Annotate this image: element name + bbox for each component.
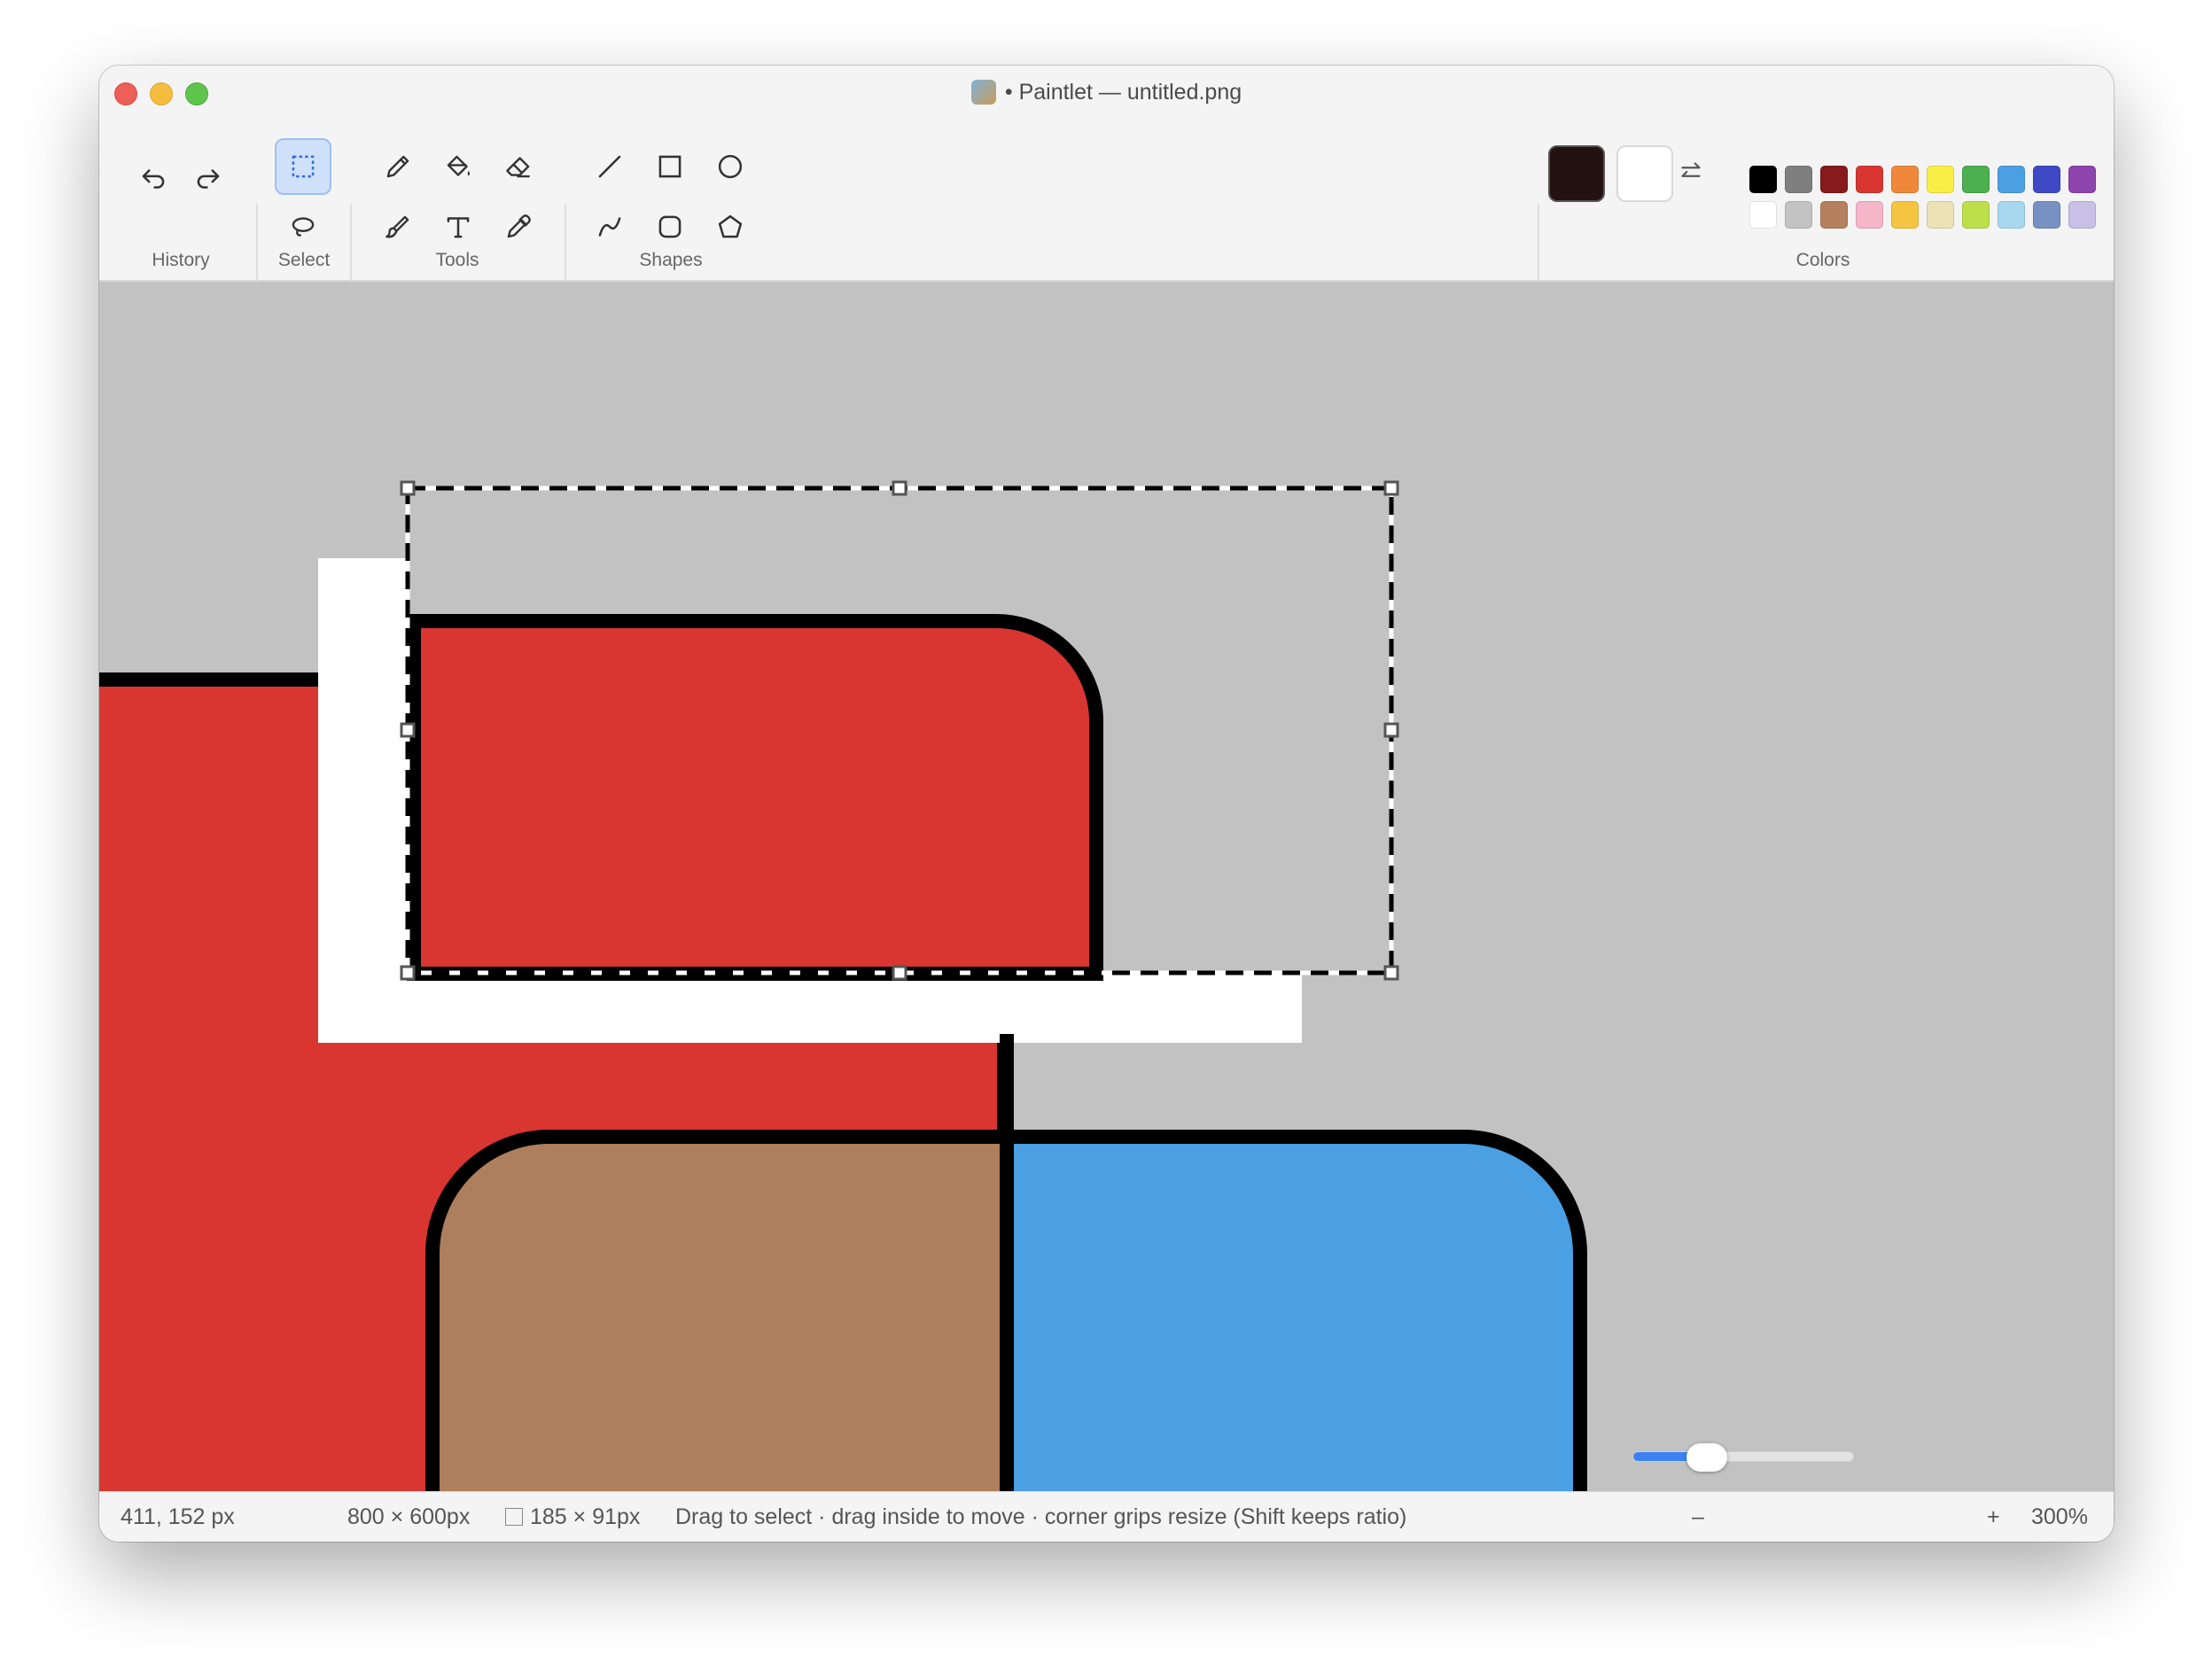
selection-size-field: 185 × 91px	[505, 1504, 640, 1530]
palette-swatch[interactable]	[1927, 201, 1954, 229]
title-bar: • Paintlet — untitled.png	[99, 66, 2114, 119]
status-hint: Drag to select · drag inside to move · c…	[675, 1504, 1407, 1529]
grip-middle-left[interactable]	[400, 722, 416, 738]
rectangle-select-button[interactable]	[275, 138, 331, 195]
palette-swatch[interactable]	[1785, 166, 1812, 193]
palette-swatch[interactable]	[1785, 201, 1812, 229]
group-label-history: History	[152, 250, 210, 270]
pencil-tool-button[interactable]	[373, 142, 423, 191]
lasso-select-icon	[292, 217, 315, 237]
fill-tool-button[interactable]	[433, 142, 483, 191]
curve-icon	[598, 217, 621, 237]
group-label-tools: Tools	[435, 250, 479, 270]
zoom-out-button[interactable]: –	[1692, 1504, 1704, 1530]
brush-tool-button[interactable]	[373, 202, 423, 252]
undo-icon	[142, 169, 165, 189]
canvas-viewport[interactable]	[99, 282, 2114, 1491]
palette-swatch[interactable]	[1749, 166, 1777, 193]
brush-icon	[386, 215, 409, 238]
rounded-rectangle-shape-button[interactable]	[645, 202, 695, 252]
selected-red-rounded-shape	[407, 614, 1103, 981]
palette-swatch[interactable]	[2033, 166, 2060, 193]
secondary-color-swatch[interactable]	[1616, 145, 1673, 202]
blue-rounded-rectangle-shape	[1000, 1130, 1587, 1491]
zoom-slider-knob[interactable]	[1686, 1443, 1727, 1472]
eraser-tool-button[interactable]	[494, 142, 543, 191]
palette-swatch[interactable]	[1749, 201, 1777, 229]
status-bar: 411, 152 px 800 × 600px 185 × 91px Drag …	[99, 1491, 2114, 1542]
palette-swatch[interactable]	[1891, 201, 1919, 229]
palette-swatch[interactable]	[1891, 166, 1919, 193]
polygon-icon	[718, 214, 743, 238]
line-shape-button[interactable]	[585, 142, 635, 191]
unsaved-indicator: •	[1004, 80, 1013, 105]
zoom-level: 300%	[2031, 1504, 2088, 1529]
primary-color-swatch[interactable]	[1548, 145, 1605, 202]
pencil-icon	[386, 155, 409, 178]
grip-bottom-center[interactable]	[892, 965, 907, 981]
ellipse-icon	[718, 154, 743, 179]
palette-swatch[interactable]	[2068, 201, 2096, 229]
zoom-in-button[interactable]: +	[1987, 1504, 2000, 1530]
grip-bottom-right[interactable]	[1383, 965, 1399, 981]
text-tool-button[interactable]	[433, 202, 483, 252]
image-size: 800 × 600px	[347, 1504, 471, 1529]
undo-button[interactable]	[129, 154, 178, 204]
toolbar: History Select Tools Shapes Colors	[99, 119, 2114, 319]
grip-bottom-left[interactable]	[400, 965, 416, 981]
group-label-shapes: Shapes	[639, 250, 703, 270]
text-icon	[447, 217, 470, 238]
image-canvas[interactable]	[99, 282, 2114, 1491]
swap-arrows-icon	[1681, 162, 1701, 177]
grip-top-center[interactable]	[892, 480, 907, 496]
palette-swatch[interactable]	[1962, 166, 1990, 193]
group-label-select: Select	[277, 250, 331, 270]
palette-swatch[interactable]	[1820, 201, 1848, 229]
eyedropper-tool-button[interactable]	[494, 202, 543, 252]
grip-top-right[interactable]	[1383, 480, 1399, 496]
swap-colors-button[interactable]	[1666, 147, 1716, 197]
zoom-slider[interactable]	[1632, 1443, 1854, 1472]
grip-middle-right[interactable]	[1383, 722, 1399, 738]
palette-swatch[interactable]	[1962, 201, 1990, 229]
redo-button[interactable]	[183, 154, 233, 204]
curve-shape-button[interactable]	[585, 202, 635, 252]
selection-size-icon	[505, 1508, 523, 1526]
paint-palette-icon	[970, 80, 996, 105]
redo-icon	[197, 169, 220, 189]
rectangle-select-icon	[292, 155, 315, 178]
line-icon	[598, 155, 621, 178]
lasso-select-button[interactable]	[278, 202, 328, 252]
eraser-icon	[506, 157, 530, 178]
ellipse-shape-button[interactable]	[705, 142, 755, 191]
palette-swatch[interactable]	[1856, 166, 1883, 193]
palette-swatch[interactable]	[1856, 201, 1883, 229]
eyedropper-icon	[507, 214, 531, 238]
window-title: Paintlet — untitled.png	[1018, 80, 1242, 105]
paintlet-window: • Paintlet — untitled.png History Select	[99, 66, 2114, 1542]
palette-swatch[interactable]	[1998, 166, 2025, 193]
fill-bucket-icon	[447, 155, 471, 176]
polygon-shape-button[interactable]	[705, 202, 755, 252]
grip-top-left[interactable]	[400, 480, 416, 496]
rectangle-shape-button[interactable]	[645, 142, 695, 191]
rectangle-icon	[658, 155, 682, 178]
group-label-colors: Colors	[1795, 250, 1850, 270]
brown-rounded-rectangle-shape	[425, 1130, 1014, 1491]
selection-size: 185 × 91px	[530, 1504, 641, 1529]
palette-swatch[interactable]	[1820, 166, 1848, 193]
palette-swatch[interactable]	[1998, 201, 2025, 229]
rounded-rectangle-icon	[658, 215, 682, 238]
palette-swatch[interactable]	[1927, 166, 1954, 193]
palette-swatch[interactable]	[2033, 201, 2060, 229]
palette-swatch[interactable]	[2068, 166, 2096, 193]
cursor-position: 411, 152 px	[121, 1504, 235, 1529]
